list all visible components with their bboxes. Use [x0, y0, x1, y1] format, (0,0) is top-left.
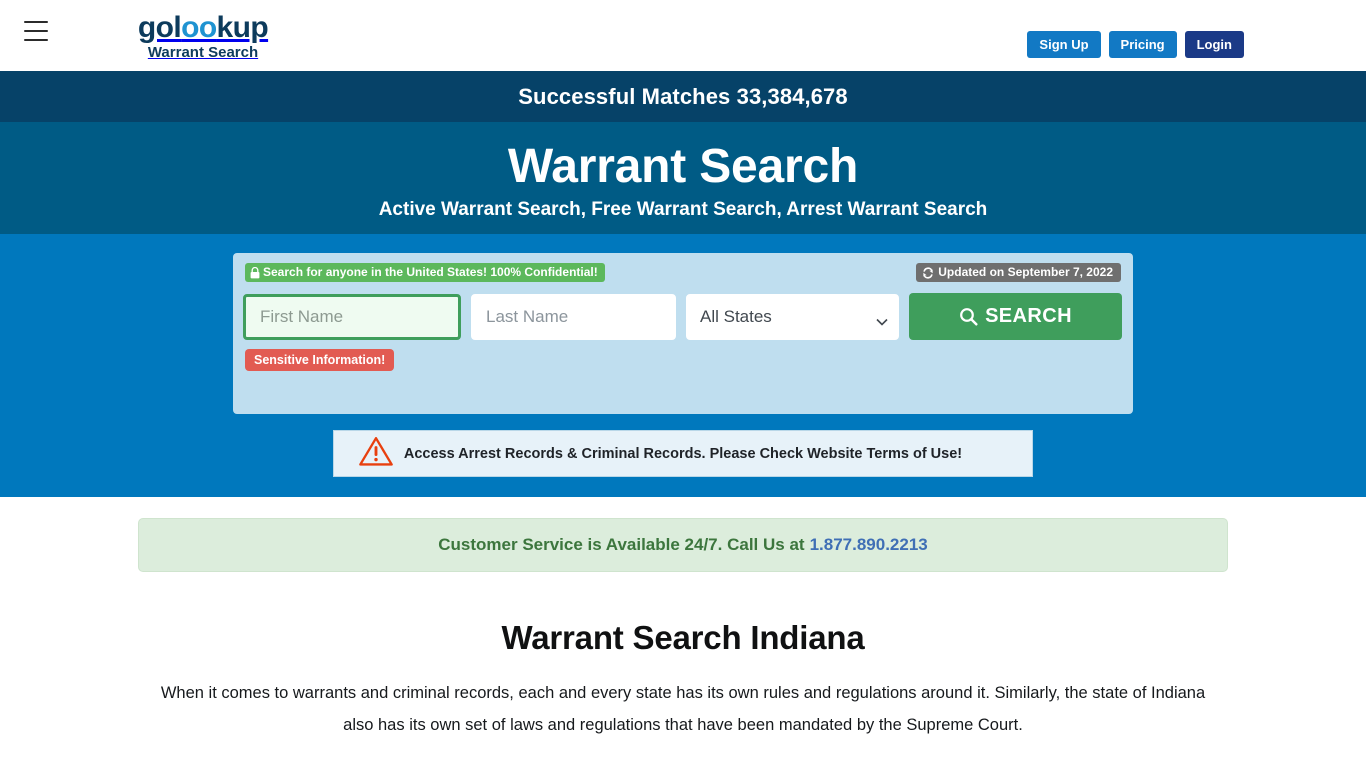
hamburger-menu-icon[interactable] — [24, 21, 48, 41]
sensitive-information-badge: Sensitive Information! — [245, 349, 395, 371]
customer-service-bar: Customer Service is Available 24/7. Call… — [138, 518, 1228, 572]
logo-tagline: Warrant Search — [147, 44, 259, 61]
search-button[interactable]: SEARCH — [909, 293, 1122, 340]
successful-matches-banner: Successful Matches 33,384,678 — [0, 71, 1366, 122]
hamburger-bar — [24, 39, 48, 41]
article-title: Warrant Search Indiana — [501, 619, 865, 656]
login-button[interactable]: Login — [1184, 31, 1244, 58]
state-select-wrapper: All States — [686, 293, 899, 340]
site-logo[interactable]: golookup Warrant Search — [137, 12, 269, 61]
panel-badges: Search for anyone in the United States! … — [243, 263, 1123, 282]
terms-notice-text: Access Arrest Records & Criminal Records… — [403, 445, 963, 462]
article-section: Warrant Search Indiana When it comes to … — [0, 572, 1366, 741]
search-button-label: SEARCH — [985, 305, 1072, 327]
header-actions: Sign Up Pricing Login — [1027, 31, 1244, 58]
successful-matches-text: Successful Matches 33,384,678 — [518, 83, 848, 109]
sign-up-button[interactable]: Sign Up — [1027, 31, 1101, 58]
hamburger-bar — [24, 21, 48, 23]
refresh-icon — [923, 266, 933, 279]
state-select[interactable]: All States — [686, 293, 899, 340]
customer-service-phone-link[interactable]: 1.877.890.2213 — [810, 535, 928, 555]
updated-badge: Updated on September 7, 2022 — [916, 263, 1121, 282]
confidential-badge-label: Search for anyone in the United States! … — [263, 265, 598, 279]
logo-text-part1: gol — [137, 11, 182, 44]
page-title: Warrant Search — [507, 139, 859, 193]
updated-badge-label: Updated on September 7, 2022 — [938, 265, 1113, 279]
search-form: All States SEARCH — [243, 293, 1123, 340]
article-paragraph: When it comes to warrants and criminal r… — [160, 684, 1206, 734]
logo-wordmark: golookup — [137, 12, 269, 43]
pricing-button[interactable]: Pricing — [1108, 31, 1177, 58]
hero-section: Warrant Search Active Warrant Search, Fr… — [0, 122, 1366, 234]
warning-triangle-icon — [358, 435, 394, 473]
confidential-badge: Search for anyone in the United States! … — [245, 263, 605, 282]
site-header: golookup Warrant Search Sign Up Pricing … — [0, 0, 1366, 71]
customer-service-wrapper: Customer Service is Available 24/7. Call… — [0, 497, 1366, 572]
terms-notice-box: Access Arrest Records & Criminal Records… — [333, 430, 1033, 477]
logo-text-part3: kup — [216, 11, 269, 44]
customer-service-text: Customer Service is Available 24/7. Call… — [438, 535, 805, 554]
search-section: Search for anyone in the United States! … — [0, 234, 1366, 497]
page-subtitle: Active Warrant Search, Free Warrant Sear… — [378, 198, 988, 220]
search-icon — [960, 308, 978, 326]
last-name-input[interactable] — [471, 293, 676, 340]
hamburger-bar — [24, 30, 48, 32]
search-panel: Search for anyone in the United States! … — [233, 253, 1133, 414]
logo-magnifier-oo: oo — [181, 11, 217, 44]
first-name-input[interactable] — [243, 293, 461, 340]
lock-icon — [250, 266, 260, 278]
